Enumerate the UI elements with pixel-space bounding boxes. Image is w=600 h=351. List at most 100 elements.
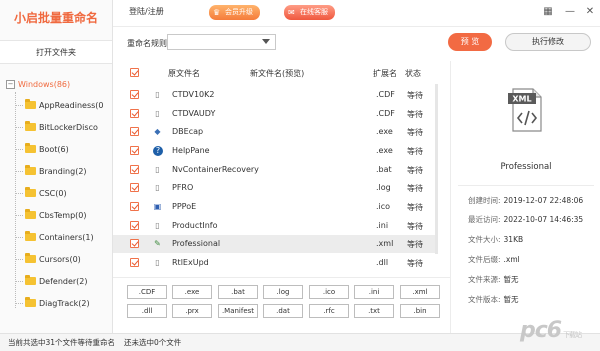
vip-upgrade-button[interactable]: ♛ 会员升级 [209,5,260,20]
tree-item[interactable]: Branding(2) [15,162,111,180]
row-checkbox[interactable] [130,109,139,118]
row-checkbox[interactable] [130,165,139,174]
document-icon: ▯ [155,221,160,230]
xml-file-icon: XML [508,88,542,132]
ext-filter-button[interactable]: .prx [172,304,212,318]
ext-filter-button[interactable]: .exe [172,285,212,299]
minimize-icon[interactable]: — [563,5,577,19]
watermark-logo: pc6 下载站 [520,318,582,343]
row-name: Professional [172,239,221,248]
ext-filter-button[interactable]: .xml [400,285,440,299]
row-checkbox[interactable] [130,202,139,211]
folder-icon [25,187,36,197]
row-checkbox[interactable] [130,146,139,155]
table-row[interactable]: ▯ NvContainerRecovery .bat 等待 [113,161,438,179]
ext-filter-button[interactable]: .bat [218,285,258,299]
tree-item[interactable]: CSC(0) [15,184,111,202]
tree-item-label: DiagTrack(2) [39,298,90,308]
ext-filter-button[interactable]: .log [263,285,303,299]
ext-filter-button[interactable]: .Manifest [218,304,258,318]
select-all-checkbox[interactable] [130,68,139,77]
crown-icon: ♛ [213,8,221,17]
row-ext: .ini [376,221,389,230]
table-row[interactable]: ▯ CTDVAUDY .CDF 等待 [113,105,438,123]
tree-item[interactable]: Boot(6) [15,140,111,158]
app-logo: 小启批量重命名 [13,11,98,25]
login-link[interactable]: 登陆/注册 [129,6,164,17]
table-scrollbar[interactable] [435,84,438,254]
row-ext: .bat [376,165,392,174]
row-name: NvContainerRecovery [172,165,259,174]
dll-icon: ▯ [155,258,160,267]
tree-item[interactable]: AppReadiness(0 [15,96,111,114]
tree-root-label: Windows(86) [18,79,71,89]
row-checkbox[interactable] [130,239,139,248]
table-row[interactable]: ▯ CTDV10K2 .CDF 等待 [113,86,438,104]
tree-item-label: Containers(1) [39,232,94,242]
ext-filter-button[interactable]: .dat [263,304,303,318]
table-row[interactable]: ▯ RtlExUpd .dll 等待 [113,254,438,272]
ext-filter-button[interactable]: .bin [400,304,440,318]
row-name: HelpPane [172,146,210,155]
tree-root-windows[interactable]: − Windows(86) [6,76,70,92]
vip-upgrade-label: 会员升级 [225,8,253,16]
row-ext: .dll [376,258,389,267]
row-status: 等待 [407,166,423,175]
row-name: PPPoE [172,202,197,211]
online-service-button[interactable]: ✉ 在线客服 [284,5,335,20]
row-checkbox[interactable] [130,258,139,267]
row-status: 等待 [407,184,423,193]
row-status: 等待 [407,91,423,100]
preview-button[interactable]: 预 览 [448,33,492,51]
tree-item-label: Cursors(0) [39,254,81,264]
table-row-selected[interactable]: ✎ Professional .xml 等待 [113,235,438,253]
header-status: 状态 [405,69,421,78]
rename-rule-select[interactable] [167,34,276,50]
help-icon: ? [153,146,163,156]
ext-filter-button[interactable]: .CDF [127,285,167,299]
info-size: 文件大小: 31KB [468,235,524,244]
ext-filter-button[interactable]: .rfc [309,304,349,318]
batch-icon: ▯ [155,165,160,174]
folder-icon [25,99,36,109]
folder-icon [25,143,36,153]
ext-filter-button[interactable]: .ico [309,285,349,299]
row-checkbox[interactable] [130,127,139,136]
table-row[interactable]: ◆ DBEcap .exe 等待 [113,123,438,141]
execute-button[interactable]: 执行修改 [505,33,591,51]
tree-item-label: Boot(6) [39,144,69,154]
ext-filter-button[interactable]: .ini [354,285,394,299]
folder-icon [25,209,36,219]
open-folder-button[interactable]: 打开文件夹 [0,40,112,64]
tree-item[interactable]: Containers(1) [15,228,111,246]
collapse-icon[interactable]: − [6,79,15,89]
tree-item[interactable]: CbsTemp(0) [15,206,111,224]
row-checkbox[interactable] [130,221,139,230]
sidebar: 小启批量重命名 打开文件夹 − Windows(86) AppReadiness… [0,0,113,333]
ext-filter-button[interactable]: .txt [354,304,394,318]
tree-item[interactable]: DiagTrack(2) [15,294,111,308]
tree-item[interactable]: Defender(2) [15,272,111,290]
row-status: 等待 [407,147,423,156]
table-row[interactable]: ▣ PPPoE .ico 等待 [113,198,438,216]
tree-item[interactable]: Cursors(0) [15,250,111,268]
grid-icon[interactable]: ▦ [541,5,555,19]
chevron-down-icon[interactable] [262,39,270,44]
row-checkbox[interactable] [130,183,139,192]
ext-filter-button[interactable]: .dll [127,304,167,318]
divider [458,185,594,186]
status-bar: 当前共选中31个文件等待重命名 还未选中0个文件 [0,333,600,351]
extension-filter-panel: .CDF .exe .bat .log .ico .ini .xml .dll … [113,277,450,323]
close-icon[interactable]: ✕ [583,5,597,19]
table-row[interactable]: ▯ PFRO .log 等待 [113,179,438,197]
info-created: 创建时间: 2019-12-07 22:48:06 [468,196,584,205]
row-checkbox[interactable] [130,90,139,99]
info-suffix: 文件后缀: .xml [468,255,520,264]
tree-item[interactable]: BitLockerDisco [15,118,111,136]
image-icon: ▣ [153,202,162,211]
table-row[interactable]: ▯ ProductInfo .ini 等待 [113,217,438,235]
tree-item-label: Branding(2) [39,166,87,176]
table-row[interactable]: ? HelpPane .exe 等待 [113,142,438,160]
file-table: 原文件名 新文件名(预览) 扩展名 状态 ▯ CTDV10K2 .CDF 等待 … [113,61,438,276]
folder-tree[interactable]: − Windows(86) AppReadiness(0 BitLockerDi… [0,72,112,308]
